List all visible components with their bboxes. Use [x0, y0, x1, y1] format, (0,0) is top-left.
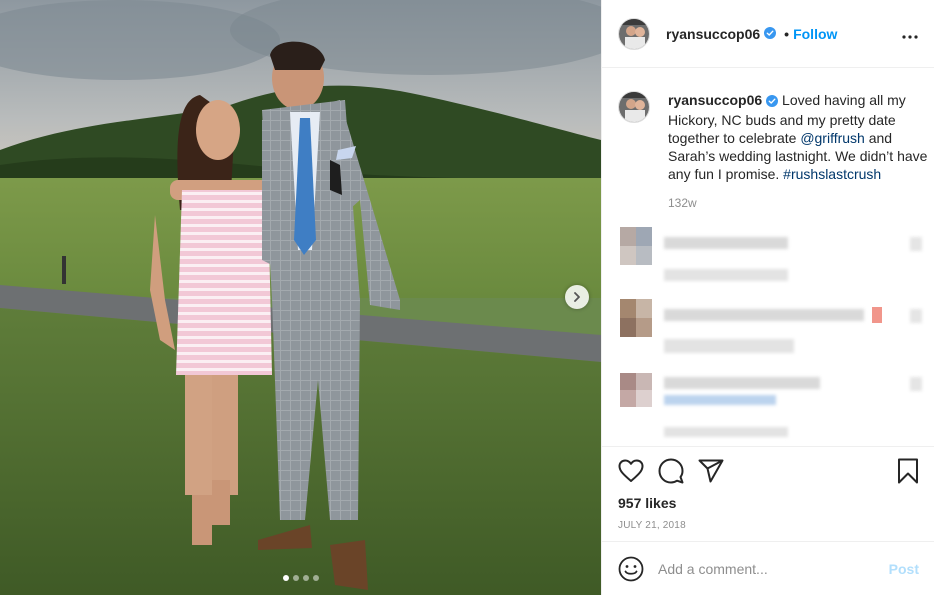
blurred-mention [664, 395, 776, 405]
couple-photo-scene [0, 0, 601, 595]
chevron-right-icon [572, 289, 582, 305]
comments-area[interactable]: ryansuccop06 Loved having all my Hickory… [602, 69, 934, 446]
blurred-comment [620, 373, 922, 437]
carousel-indicator [283, 575, 319, 581]
paper-plane-icon[interactable] [698, 451, 738, 491]
blurred-text [664, 339, 794, 353]
carousel-dot [283, 575, 289, 581]
verified-badge-icon [766, 93, 779, 111]
blurred-avatar [620, 227, 652, 265]
comment-bubble-icon[interactable] [658, 451, 698, 491]
blurred-text [664, 237, 788, 249]
post-date[interactable]: JULY 21, 2018 [618, 520, 919, 531]
caption-text: ryansuccop06 Loved having all my Hickory… [668, 91, 930, 183]
add-comment-bar: Post [602, 541, 934, 595]
carousel-dot [293, 575, 299, 581]
blurred-like [910, 237, 922, 251]
post-comment-button[interactable]: Post [889, 561, 919, 577]
bookmark-icon[interactable] [879, 451, 919, 491]
caption-time-ago: 132w [668, 196, 697, 210]
avatar[interactable] [618, 17, 650, 50]
action-icons [618, 447, 919, 495]
instagram-post: ryansuccop06 • Follow ryansuccop06 Loved… [0, 0, 934, 595]
blurred-text [664, 269, 788, 281]
comment-input[interactable] [658, 560, 889, 577]
blurred-like [910, 309, 922, 323]
next-slide-button[interactable] [565, 285, 589, 309]
post-photo[interactable] [0, 0, 601, 595]
caption: ryansuccop06 Loved having all my Hickory… [602, 69, 934, 210]
blurred-avatar [620, 373, 652, 407]
blurred-text [664, 427, 788, 437]
hashtag-link[interactable]: #rushslastcrush [783, 166, 881, 182]
post-header: ryansuccop06 • Follow [602, 0, 934, 68]
likes-count[interactable]: 957 likes [618, 495, 919, 511]
blurred-avatar [620, 299, 652, 337]
carousel-dot [313, 575, 319, 581]
caption-username-link[interactable]: ryansuccop06 [668, 92, 762, 108]
post-sidebar: ryansuccop06 • Follow ryansuccop06 Loved… [601, 0, 934, 595]
carousel-dot [303, 575, 309, 581]
blurred-comment [620, 299, 922, 359]
blurred-comment [620, 227, 922, 287]
blurred-text [664, 377, 820, 389]
blurred-emoji [872, 307, 882, 323]
follow-button[interactable]: Follow [793, 26, 837, 42]
heart-icon[interactable] [618, 451, 658, 491]
verified-badge-icon [764, 26, 777, 42]
blurred-like [910, 377, 922, 391]
avatar[interactable] [618, 91, 650, 123]
mention-link[interactable]: @griffrush [800, 130, 865, 146]
separator: • [784, 25, 790, 42]
blurred-text [664, 309, 864, 321]
username-link[interactable]: ryansuccop06 [666, 26, 760, 42]
more-options-icon[interactable] [902, 26, 918, 42]
smiley-icon[interactable] [618, 556, 644, 582]
post-actions: 957 likes JULY 21, 2018 [602, 446, 934, 531]
